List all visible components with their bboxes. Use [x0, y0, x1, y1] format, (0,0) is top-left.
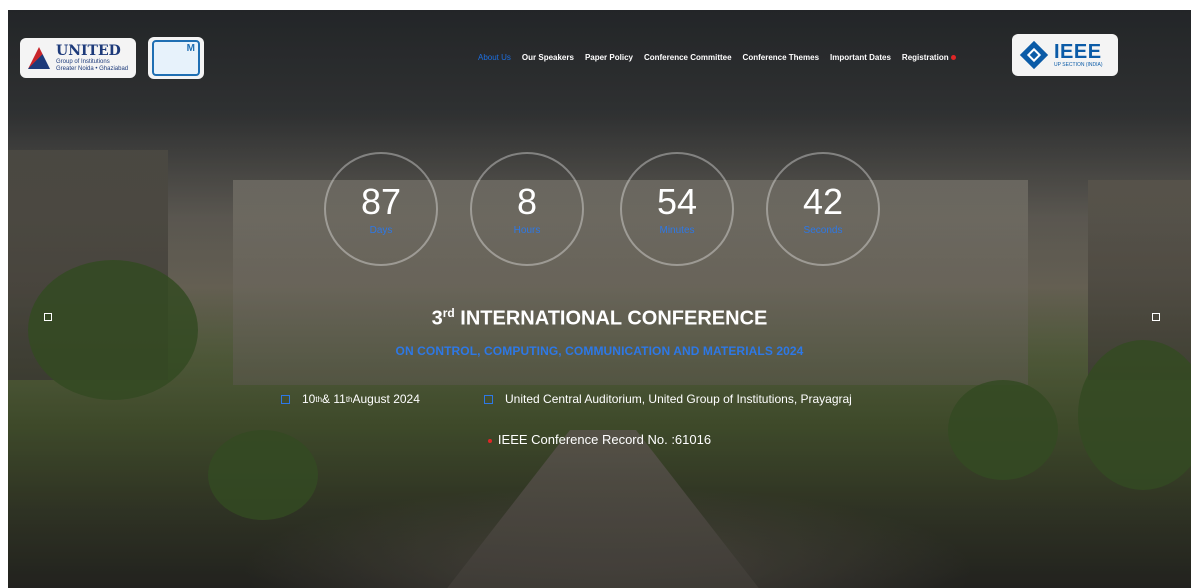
record-text: IEEE Conference Record No. :61016: [497, 432, 712, 447]
bullet-icon: [487, 438, 492, 443]
united-logo-mark: [28, 47, 50, 69]
countdown-days: 87 Days: [324, 152, 438, 266]
ieee-logo-tagline: UP SECTION (INDIA): [1054, 62, 1103, 68]
countdown-minutes: 54 Minutes: [620, 152, 734, 266]
countdown-hours: 8 Hours: [470, 152, 584, 266]
title-ordinal: 3: [431, 307, 443, 330]
calendar-icon: [281, 394, 290, 404]
handshake-icon: M: [152, 40, 200, 76]
dark-overlay: [8, 10, 1191, 588]
date-day-1: 10: [302, 392, 316, 406]
countdown-hours-label: Hours: [513, 224, 541, 236]
united-logo-location: Greater Noida • Ghaziabad: [56, 65, 129, 72]
united-logo[interactable]: UNITED Group of Institutions Greater Noi…: [20, 38, 136, 78]
nav-conference-themes[interactable]: Conference Themes: [743, 53, 819, 62]
partner-logo-text: M: [186, 43, 195, 54]
conference-subtitle: ON CONTROL, COMPUTING, COMMUNICATION AND…: [395, 344, 804, 358]
nav-important-dates[interactable]: Important Dates: [830, 53, 891, 62]
hero-section: UNITED Group of Institutions Greater Noi…: [8, 10, 1191, 588]
ieee-diamond-icon: [1019, 40, 1049, 70]
date-suffix-2: th: [345, 394, 353, 404]
conference-venue: United Central Auditorium, United Group …: [484, 392, 852, 406]
nav-registration[interactable]: Registration: [902, 53, 949, 62]
venue-text: United Central Auditorium, United Group …: [505, 392, 852, 406]
ieee-logo-name: IEEE: [1054, 41, 1102, 63]
title-ordinal-suffix: rd: [442, 306, 455, 320]
countdown-seconds-label: Seconds: [803, 224, 843, 236]
notification-dot-icon: [950, 55, 956, 60]
conference-date: 10th & 11th August 2024: [281, 392, 420, 406]
countdown-seconds-value: 42: [802, 180, 844, 222]
conference-title: 3rd INTERNATIONAL CONFERENCE: [8, 306, 1191, 331]
countdown-seconds: 42 Seconds: [766, 152, 880, 266]
countdown-days-value: 87: [360, 180, 402, 222]
nav-paper-policy[interactable]: Paper Policy: [585, 53, 633, 62]
date-month-year: August 2024: [352, 392, 420, 406]
main-nav: About Us Our Speakers Paper Policy Confe…: [478, 53, 956, 62]
date-day-2: & 11: [322, 392, 346, 406]
countdown-minutes-label: Minutes: [659, 224, 695, 236]
partner-logo[interactable]: M: [148, 37, 204, 79]
united-logo-tagline: Group of Institutions: [56, 58, 110, 65]
countdown-hours-value: 8: [516, 180, 538, 222]
conference-record: IEEE Conference Record No. :61016: [8, 432, 1191, 447]
nav-conference-committee[interactable]: Conference Committee: [644, 53, 732, 62]
nav-our-speakers[interactable]: Our Speakers: [522, 53, 574, 62]
ieee-logo[interactable]: IEEE UP SECTION (INDIA): [1012, 34, 1118, 76]
date-suffix-1: th: [315, 394, 323, 404]
countdown-days-label: Days: [369, 224, 393, 236]
title-text: INTERNATIONAL CONFERENCE: [454, 307, 768, 330]
countdown-minutes-value: 54: [656, 180, 698, 222]
nav-about-us[interactable]: About Us: [478, 53, 511, 62]
location-icon: [484, 394, 493, 404]
united-logo-name: UNITED: [56, 42, 121, 59]
